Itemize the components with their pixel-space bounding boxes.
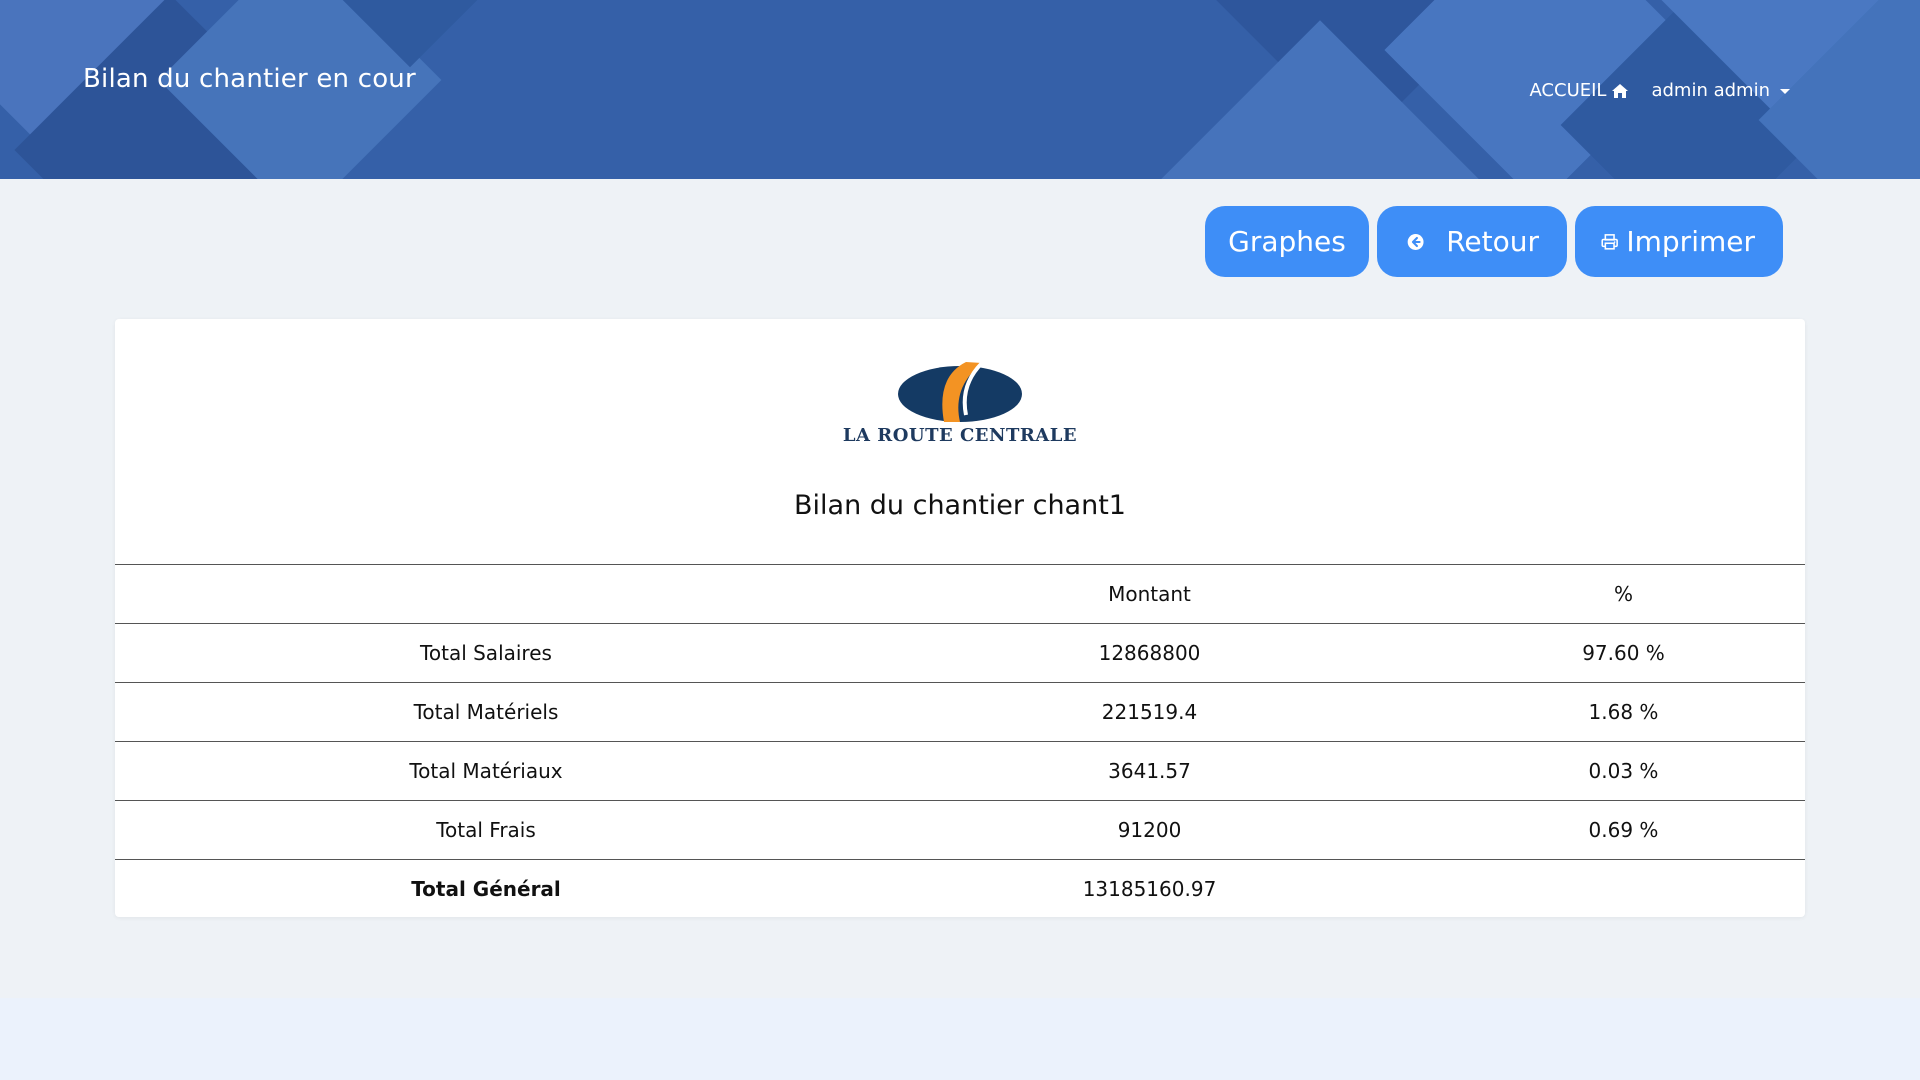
row-label: Total Matériaux	[115, 741, 857, 801]
row-montant: 3641.57	[857, 741, 1442, 801]
table-total-row: Total Général 13185160.97	[115, 859, 1805, 918]
header-banner: Bilan du chantier en cour ACCUEIL admin …	[0, 0, 1920, 179]
row-percent: 97.60 %	[1442, 623, 1805, 683]
nav-home-label: ACCUEIL	[1529, 80, 1607, 101]
user-menu-dropdown[interactable]: admin admin	[1651, 80, 1790, 101]
total-label: Total Général	[115, 859, 857, 918]
row-percent: 1.68 %	[1442, 682, 1805, 742]
column-header-montant: Montant	[857, 564, 1442, 624]
report-table: Montant % Total Salaires 12868800 97.60 …	[115, 564, 1805, 918]
company-logo: LA ROUTE CENTRALE	[840, 359, 1080, 455]
report-title: Bilan du chantier chant1	[794, 490, 1126, 521]
row-label: Total Salaires	[115, 623, 857, 683]
total-montant: 13185160.97	[857, 859, 1442, 918]
column-header	[115, 564, 857, 624]
graphes-button-label: Graphes	[1228, 225, 1346, 258]
road-logo-icon	[898, 361, 1022, 422]
nav-home-link[interactable]: ACCUEIL	[1529, 80, 1629, 101]
column-header-percent: %	[1442, 564, 1805, 624]
table-row: Total Matériaux 3641.57 0.03 %	[115, 741, 1805, 801]
imprimer-button[interactable]: Imprimer	[1575, 206, 1783, 277]
print-icon	[1601, 233, 1618, 250]
table-row: Total Frais 91200 0.69 %	[115, 800, 1805, 860]
top-nav: ACCUEIL admin admin	[1529, 80, 1790, 101]
report-card: LA ROUTE CENTRALE Bilan du chantier chan…	[115, 319, 1805, 918]
arrow-circle-left-icon	[1407, 233, 1424, 250]
table-row: Total Salaires 12868800 97.60 %	[115, 623, 1805, 683]
toolbar: Graphes Retour Imprimer	[1205, 206, 1783, 277]
footer-band	[0, 998, 1920, 1080]
retour-button[interactable]: Retour	[1377, 206, 1567, 277]
row-percent: 0.03 %	[1442, 741, 1805, 801]
graphes-button[interactable]: Graphes	[1205, 206, 1369, 277]
table-header-row: Montant %	[115, 564, 1805, 624]
row-percent: 0.69 %	[1442, 800, 1805, 860]
logo-text: LA ROUTE CENTRALE	[842, 425, 1078, 446]
row-montant: 12868800	[857, 623, 1442, 683]
home-icon	[1612, 83, 1629, 98]
page-title: Bilan du chantier en cour	[83, 64, 416, 94]
row-label: Total Frais	[115, 800, 857, 860]
row-montant: 91200	[857, 800, 1442, 860]
table-row: Total Matériels 221519.4 1.68 %	[115, 682, 1805, 742]
imprimer-button-label: Imprimer	[1626, 225, 1755, 258]
row-montant: 221519.4	[857, 682, 1442, 742]
user-menu-label: admin admin	[1651, 80, 1770, 101]
total-percent	[1442, 859, 1805, 918]
caret-down-icon	[1780, 89, 1790, 94]
retour-button-label: Retour	[1446, 225, 1539, 258]
row-label: Total Matériels	[115, 682, 857, 742]
